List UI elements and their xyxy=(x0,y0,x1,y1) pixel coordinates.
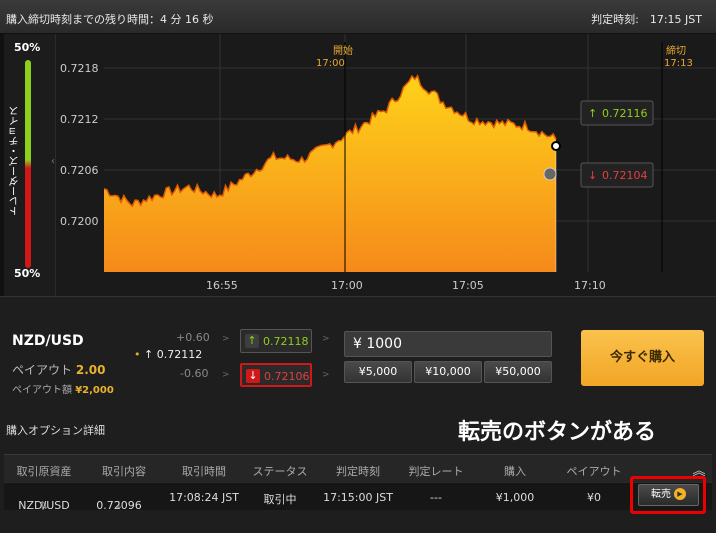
x-tick-label: 17:05 xyxy=(452,279,484,292)
col-purchase: 購入 xyxy=(504,465,526,478)
header-bar: 購入締切時刻までの残り時間：4 分 16 秒 判定時刻: 17:15 JST xyxy=(0,0,716,34)
chevron-left-icon[interactable]: ‹ xyxy=(51,156,55,167)
start-time: 17:00 xyxy=(316,58,345,69)
traders-choice-label: トレーダーズ・チョイス xyxy=(10,106,21,216)
high-price-value: 0.72116 xyxy=(602,107,648,120)
price-chart: 0.7218 0.7212 0.7206 0.7200 16:55 17:00 17:05… xyxy=(56,34,716,296)
entry-marker-icon xyxy=(543,167,557,181)
amount-input[interactable]: ¥ 1000 xyxy=(344,331,552,357)
row-judge-rate: --- xyxy=(430,491,442,504)
high-button[interactable]: ↑ 0.72118 xyxy=(240,329,312,353)
resell-button[interactable]: 転売 ▶ xyxy=(638,484,699,506)
col-content: 取引内容 xyxy=(102,465,146,478)
strike-current[interactable]: • ↑ 0.72112 xyxy=(134,348,202,361)
chevron-right-icon: > xyxy=(222,334,230,344)
y-tick-label: 0.7200 xyxy=(60,215,99,228)
x-tick-label: 16:55 xyxy=(206,279,238,292)
strike-plus[interactable]: +0.60 xyxy=(176,331,210,344)
col-judge-rate: 判定レート xyxy=(408,465,464,478)
col-judge-time: 判定時刻 xyxy=(336,465,380,478)
remaining-time: 購入締切時刻までの残り時間：4 分 16 秒 xyxy=(6,13,214,26)
y-tick-label: 0.7212 xyxy=(60,113,99,126)
current-point-marker xyxy=(551,141,561,151)
chart-area: 50% トレーダーズ・チョイス 50% ‹ 0.7218 0.7212 0.7206… xyxy=(4,34,716,296)
bottom-percentage: 50% xyxy=(14,267,41,280)
payout-rate: ペイアウト 2.00 xyxy=(12,363,106,377)
top-percentage: 50% xyxy=(14,41,41,54)
start-marker: 開始 xyxy=(333,44,353,57)
arrow-down-icon: ↓ xyxy=(588,169,597,182)
arrow-down-icon: ↓ xyxy=(246,369,260,383)
row-judge-time: 17:15:00 JST xyxy=(323,491,393,504)
row-status: 取引中 xyxy=(263,493,297,506)
row-payout: ¥0 xyxy=(587,491,601,504)
chevron-right-icon: > xyxy=(322,370,330,380)
low-button[interactable]: ↓ 0.72106 xyxy=(240,363,312,387)
judge-time: 判定時刻: 17:15 JST xyxy=(591,13,702,26)
options-title: 購入オプション詳細 xyxy=(6,424,105,437)
row-purchase: ¥1,000 xyxy=(495,491,535,504)
x-tick-label: 17:10 xyxy=(574,279,606,292)
strike-minus[interactable]: -0.60 xyxy=(180,367,208,380)
options-panel: 購入オプション詳細 転売のボタンがある 取引原資産 取引内容 取引時間 ステータ… xyxy=(0,406,716,533)
quick-amount-50000-button[interactable]: ¥50,000 xyxy=(484,361,552,383)
traders-choice-panel: 50% トレーダーズ・チョイス 50% ‹ xyxy=(4,34,56,296)
resell-highlight: 転売 ▶ xyxy=(630,476,706,514)
quick-amount-5000-button[interactable]: ¥5,000 xyxy=(344,361,412,383)
play-icon: ▶ xyxy=(674,488,686,500)
chevron-right-icon: > xyxy=(322,334,330,344)
close-marker: 締切 xyxy=(666,44,686,57)
buy-now-button[interactable]: 今すぐ購入 xyxy=(581,330,704,386)
table-row: ⇅ NZD/USD ↓ 0.72096 17:08:24 JST 取引中 17:1… xyxy=(4,482,712,512)
chevron-right-icon: > xyxy=(222,370,230,380)
quick-amount-10000-button[interactable]: ¥10,000 xyxy=(414,361,482,383)
arrow-up-icon: ↑ xyxy=(245,334,259,348)
x-tick-label: 17:00 xyxy=(331,279,363,292)
low-price-value: 0.72104 xyxy=(602,169,648,182)
col-payout: ペイアウト xyxy=(566,465,622,478)
arrow-up-icon: ↑ xyxy=(588,107,597,120)
sentiment-bar xyxy=(25,60,31,268)
currency-pair: NZD/USD xyxy=(12,333,84,349)
col-status: ステータス xyxy=(252,465,308,478)
close-time: 17:13 xyxy=(664,58,693,69)
row-time: 17:08:24 JST xyxy=(169,491,239,504)
low-price-box: ↓ 0.72104 xyxy=(580,162,654,188)
high-price-box: ↑ 0.72116 xyxy=(580,100,654,126)
payout-amount: ペイアウト額 ¥2,000 xyxy=(12,385,114,396)
col-time: 取引時間 xyxy=(182,465,226,478)
y-tick-label: 0.7206 xyxy=(60,164,99,177)
y-tick-label: 0.7218 xyxy=(60,62,99,75)
table-header: 取引原資産 取引内容 取引時間 ステータス 判定時刻 判定レート 購入 ペイアウ… xyxy=(4,454,712,482)
trade-panel: NZD/USD ペイアウト 2.00 ペイアウト額 ¥2,000 +0.60 •… xyxy=(0,296,716,406)
annotation-text: 転売のボタンがある xyxy=(458,420,657,445)
col-asset: 取引原資産 xyxy=(16,465,72,478)
